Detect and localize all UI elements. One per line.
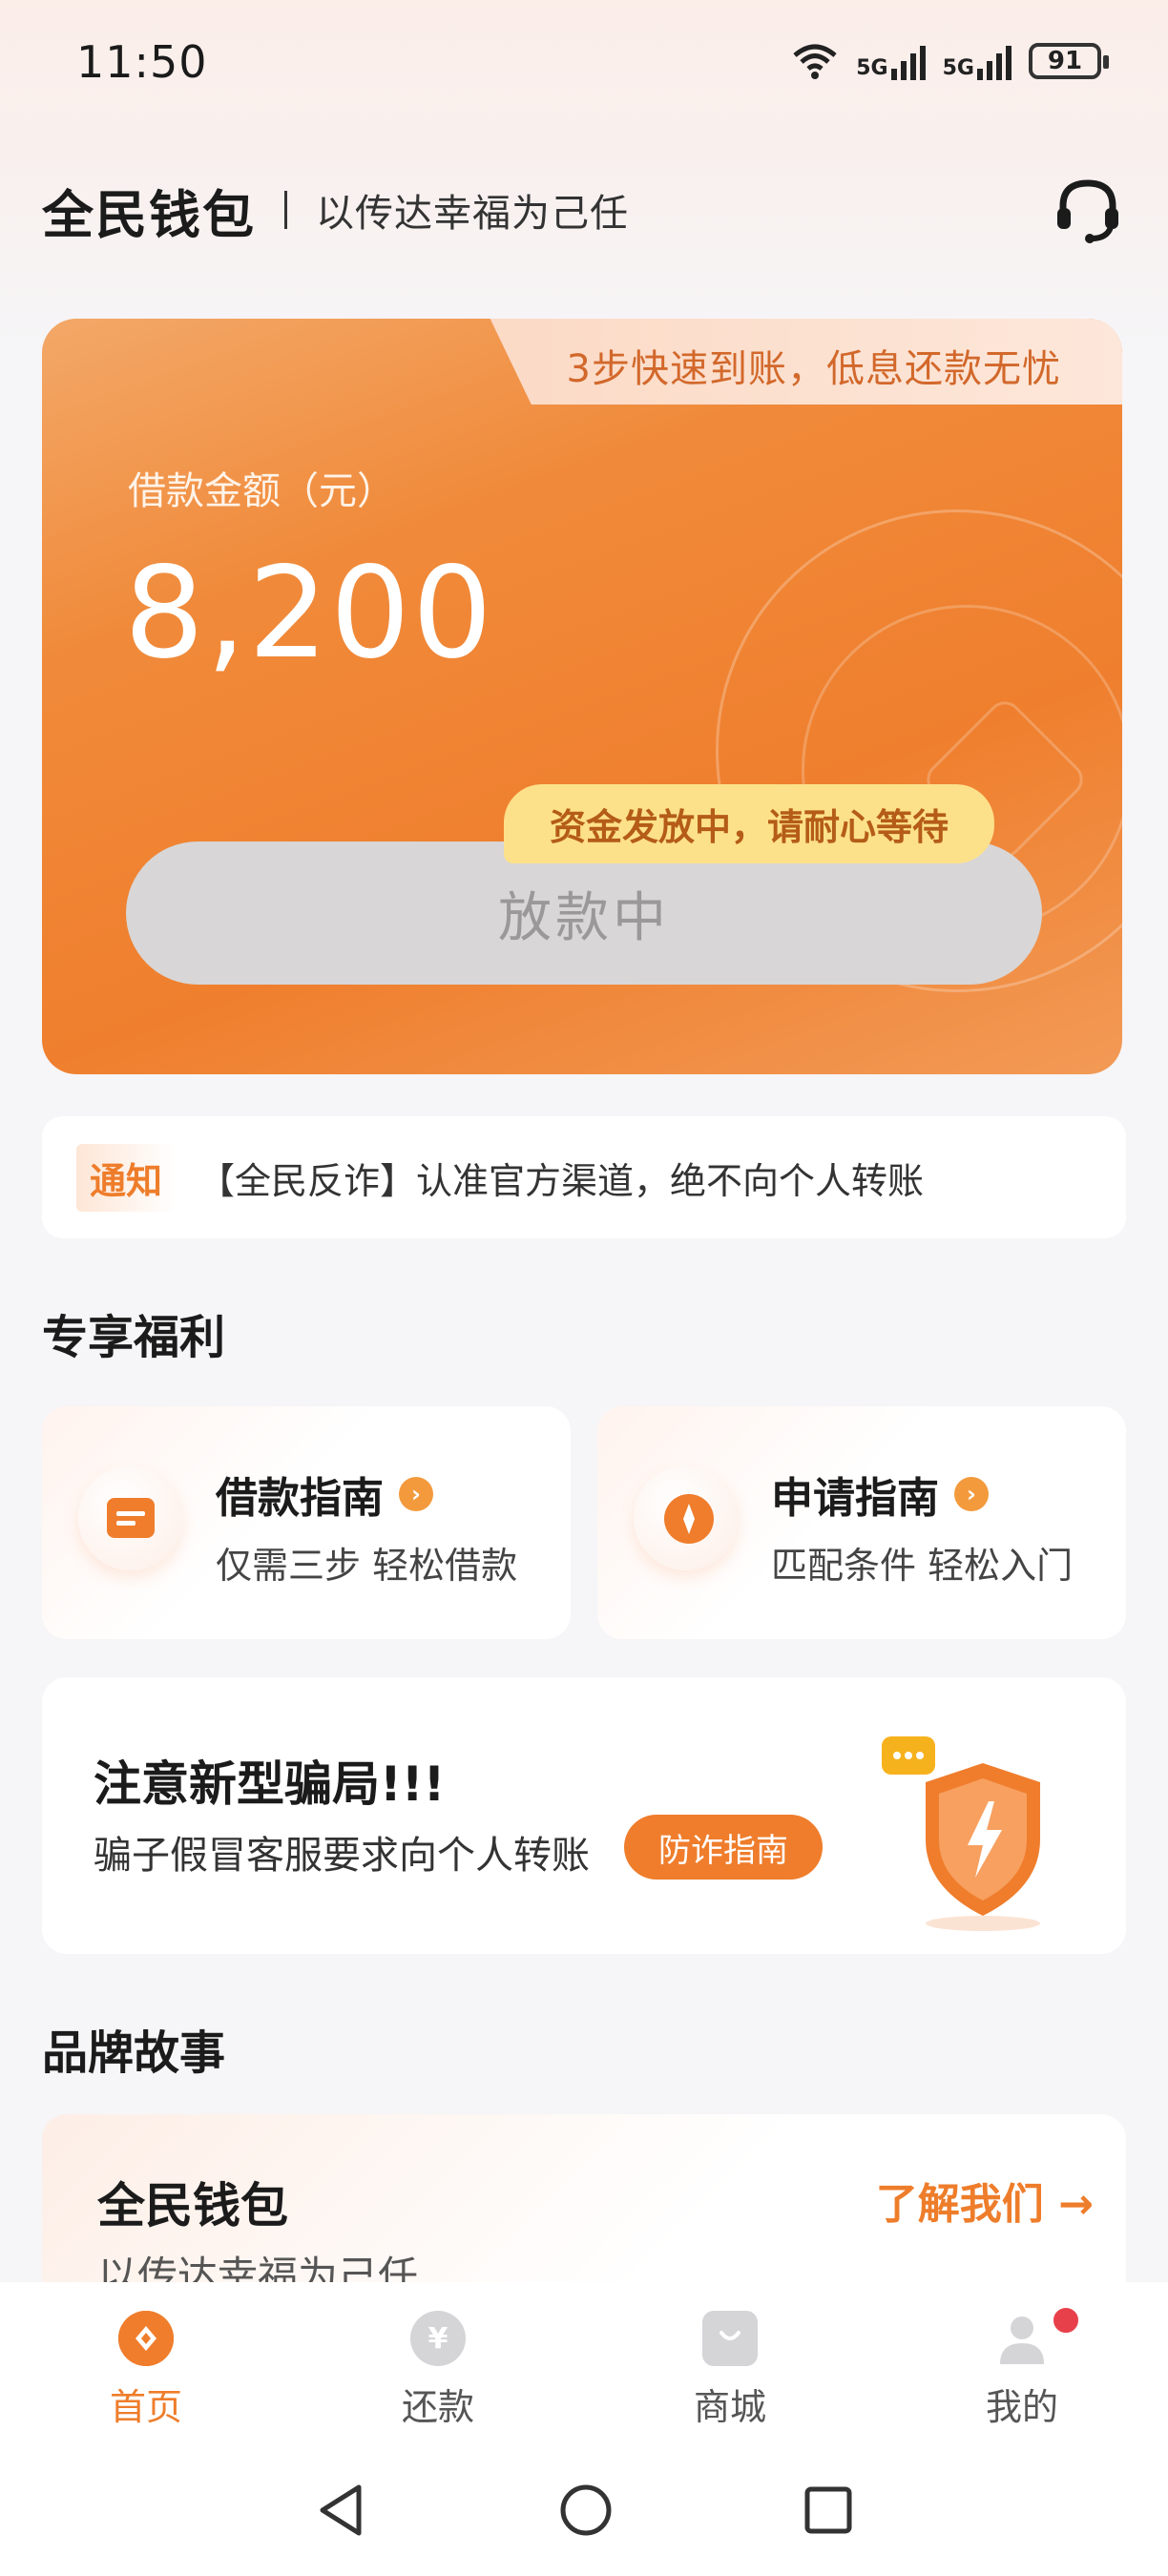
apply-guide-title: 申请指南: [771, 1474, 939, 1523]
brand-story-section-title: 品牌故事: [42, 2026, 226, 2080]
shield-icon: [882, 1736, 1040, 1931]
network-type-2: 5G: [942, 56, 974, 80]
signal-icon: 5G: [856, 42, 926, 80]
tab-repay[interactable]: ¥ 还款: [292, 2282, 584, 2444]
recents-icon[interactable]: [803, 2485, 853, 2535]
scam-alert-desc: 骗子假冒客服要求向个人转账: [94, 1834, 590, 1878]
brand-slogan: 以传达幸福为己任: [316, 192, 629, 236]
loan-guide-title: 借款指南: [216, 1474, 384, 1523]
notice-bar[interactable]: 通知 【全民反诈】认准官方渠道，绝不向个人转账: [42, 1116, 1126, 1238]
apply-guide-desc: 匹配条件 轻松入门: [771, 1545, 1074, 1587]
tab-mine[interactable]: 我的: [876, 2282, 1168, 2444]
scam-alert-card[interactable]: 注意新型骗局!!! 骗子假冒客服要求向个人转账 防诈指南: [42, 1677, 1126, 1954]
notification-dot: [1051, 2305, 1081, 2336]
app-header: 全民钱包 以传达幸福为己任: [42, 172, 1126, 248]
status-time: 11:50: [76, 36, 208, 88]
about-us-link[interactable]: 了解我们 →: [876, 2170, 1094, 2231]
loan-status-card: 3步快速到账，低息还款无忧 借款金额（元） 8,200 放款中 资金发放中，请耐…: [42, 319, 1122, 1074]
tab-home-label: 首页: [109, 2386, 182, 2428]
brand-logo-text: 全民钱包: [42, 184, 256, 245]
shopping-bag-icon: [702, 2311, 758, 2366]
customer-service-icon[interactable]: [1050, 172, 1126, 248]
compass-icon: [634, 1465, 739, 1570]
home-circle-icon[interactable]: [559, 2483, 613, 2537]
user-icon: [994, 2311, 1050, 2366]
tab-mall-label: 商城: [693, 2386, 766, 2428]
anti-fraud-guide-button[interactable]: 防诈指南: [624, 1815, 823, 1880]
bottom-tab-bar: 首页 ¥ 还款 商城 我的: [0, 2282, 1168, 2444]
release-tip-bubble: 资金发放中，请耐心等待: [504, 784, 995, 863]
wifi-icon: [793, 44, 837, 79]
brand-story-card[interactable]: 全民钱包 以传达幸福为己任 了解我们 →: [42, 2114, 1126, 2305]
chevron-right-icon: ›: [954, 1477, 989, 1511]
apply-guide-title-row: 申请指南 ›: [771, 1464, 989, 1525]
header-divider: [284, 191, 287, 229]
loan-guide-icon: [78, 1465, 183, 1570]
loan-amount-label: 借款金额（元）: [128, 469, 395, 513]
tab-mine-label: 我的: [985, 2386, 1058, 2428]
loan-guide-title-row: 借款指南 ›: [216, 1464, 433, 1525]
benefits-section-title: 专享福利: [42, 1311, 226, 1364]
battery-icon: 91: [1029, 43, 1109, 79]
yen-icon: ¥: [410, 2311, 466, 2366]
chevron-right-icon: ›: [399, 1477, 433, 1511]
tab-repay-label: 还款: [401, 2386, 474, 2428]
loan-amount-value: 8,200: [124, 540, 494, 687]
battery-level: 91: [1047, 47, 1083, 75]
signal-icon-2: 5G: [943, 42, 1012, 80]
system-navigation-bar: [0, 2444, 1168, 2576]
notice-text: 【全民反诈】认准官方渠道，绝不向个人转账: [198, 1159, 925, 1202]
status-bar: 11:50 5G 5G 91: [0, 0, 1168, 134]
loan-guide-card[interactable]: 借款指南 › 仅需三步 轻松借款: [42, 1406, 571, 1639]
scam-alert-title: 注意新型骗局!!!: [94, 1756, 446, 1812]
status-icons: 5G 5G 91: [791, 42, 1109, 80]
loan-guide-desc: 仅需三步 轻松借款: [216, 1545, 518, 1587]
brand-story-title: 全民钱包: [97, 2178, 288, 2233]
home-icon: [118, 2311, 174, 2366]
tab-mall[interactable]: 商城: [584, 2282, 876, 2444]
network-type-1: 5G: [856, 56, 888, 80]
back-icon[interactable]: [315, 2482, 368, 2539]
card-tab-text: 3步快速到账，低息还款无忧: [566, 347, 1061, 391]
tab-home[interactable]: 首页: [0, 2282, 292, 2444]
notice-tag: 通知: [76, 1143, 177, 1212]
apply-guide-card[interactable]: 申请指南 › 匹配条件 轻松入门: [597, 1406, 1126, 1639]
